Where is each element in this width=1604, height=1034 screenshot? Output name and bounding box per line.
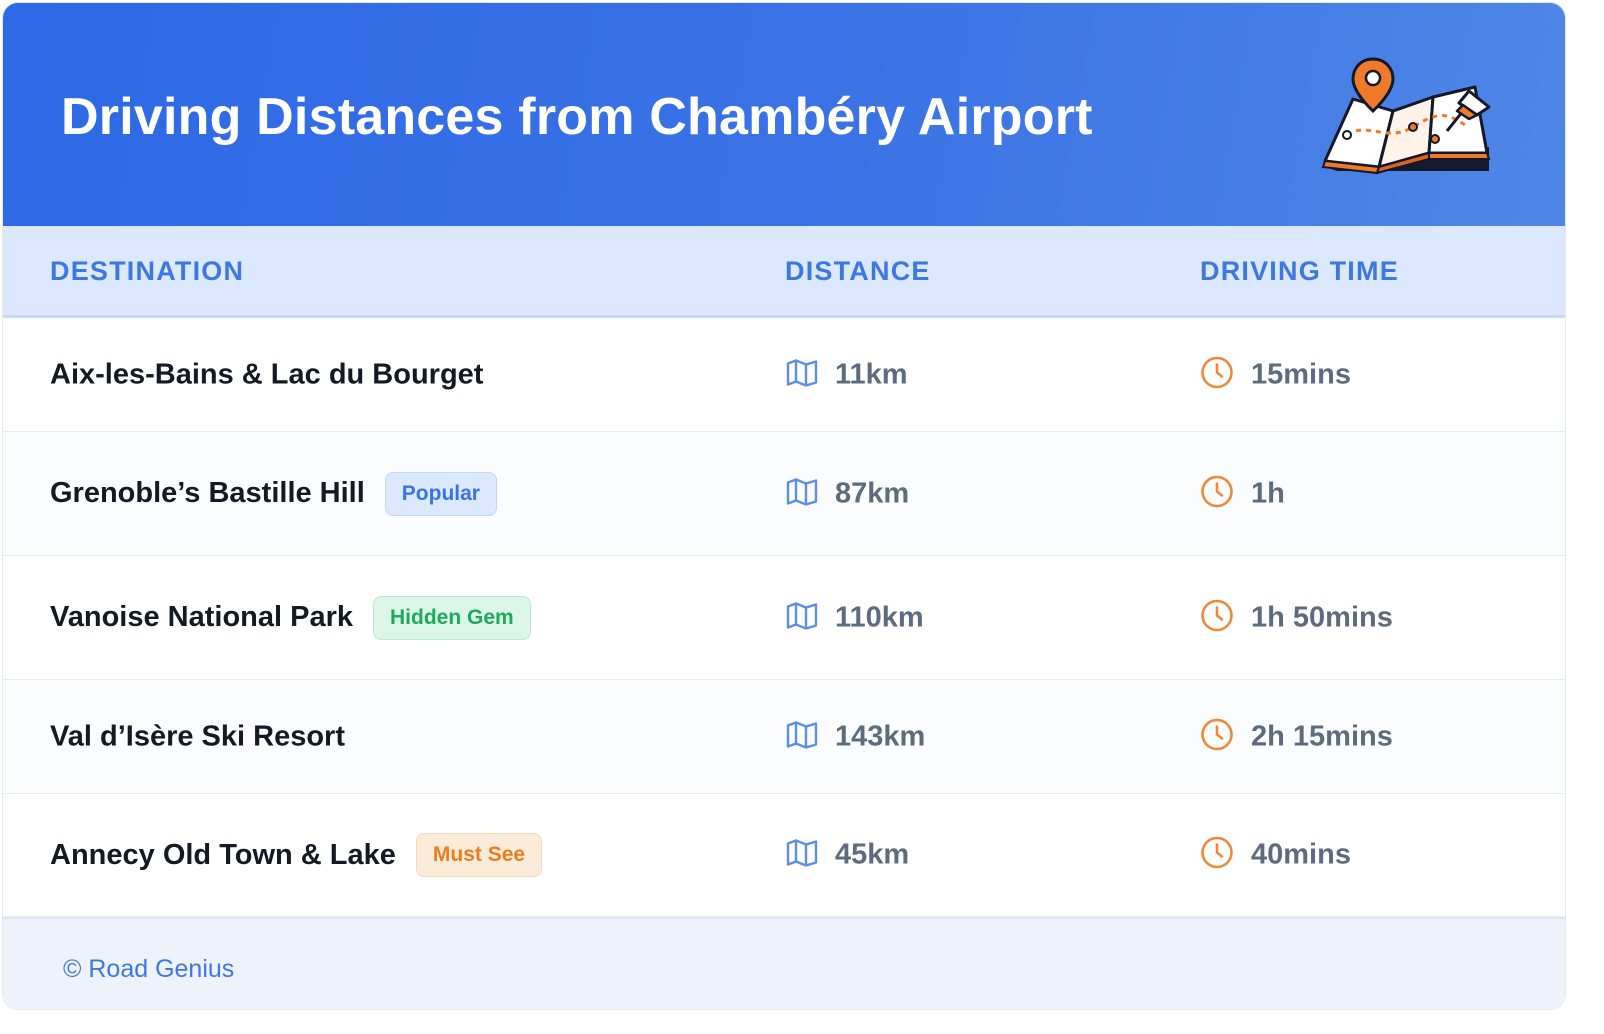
driving-time-value: 15mins bbox=[1251, 358, 1351, 390]
map-with-pins-icon bbox=[1321, 57, 1491, 175]
table-row: Val d’Isère Ski Resort 143km 2h 15mins bbox=[3, 680, 1565, 794]
distance-value: 87km bbox=[835, 477, 910, 509]
destination-badge: Hidden Gem bbox=[373, 595, 531, 640]
destination-cell: Aix-les-Bains & Lac du Bourget bbox=[50, 358, 483, 391]
table-header: DESTINATION DISTANCE DRIVING TIME bbox=[3, 226, 1565, 318]
clock-icon bbox=[1200, 717, 1234, 756]
driving-time-cell: 15mins bbox=[1200, 355, 1351, 394]
card-header: Driving Distances from Chambéry Airport bbox=[3, 3, 1565, 226]
driving-time-cell: 2h 15mins bbox=[1200, 717, 1393, 756]
distance-value: 45km bbox=[835, 838, 910, 871]
destination-cell: Annecy Old Town & Lake Must See bbox=[50, 833, 543, 877]
clock-icon bbox=[1200, 598, 1234, 637]
table-row: Grenoble’s Bastille Hill Popular 87km 1h bbox=[3, 432, 1565, 556]
destination-name: Aix-les-Bains & Lac du Bourget bbox=[50, 358, 484, 390]
column-header-destination: DESTINATION bbox=[50, 256, 245, 286]
distance-cell: 87km bbox=[786, 477, 909, 510]
driving-time-cell: 1h 50mins bbox=[1200, 598, 1393, 637]
destination-cell: Grenoble’s Bastille Hill Popular bbox=[50, 471, 497, 516]
distance-cell: 110km bbox=[786, 601, 924, 634]
column-header-distance: DISTANCE bbox=[785, 256, 931, 286]
destination-badge: Must See bbox=[415, 833, 543, 877]
distance-cell: 143km bbox=[786, 720, 925, 753]
page-title: Driving Distances from Chambéry Airport bbox=[61, 88, 1093, 146]
footer-credit: © Road Genius bbox=[63, 955, 235, 983]
driving-time-cell: 1h bbox=[1200, 474, 1285, 513]
map-icon bbox=[786, 477, 818, 510]
distance-value: 143km bbox=[835, 720, 926, 752]
driving-time-value: 1h 50mins bbox=[1251, 601, 1393, 633]
clock-icon bbox=[1200, 836, 1234, 875]
destination-badge: Popular bbox=[384, 471, 497, 516]
destination-cell: Val d’Isère Ski Resort bbox=[50, 720, 345, 753]
table-row: Vanoise National Park Hidden Gem 110km 1… bbox=[3, 556, 1565, 680]
driving-time-value: 2h 15mins bbox=[1251, 720, 1393, 752]
map-icon bbox=[786, 358, 818, 391]
distance-value: 11km bbox=[835, 358, 908, 390]
clock-icon bbox=[1200, 474, 1234, 513]
destination-name: Val d’Isère Ski Resort bbox=[50, 720, 345, 752]
column-header-driving-time: DRIVING TIME bbox=[1200, 256, 1399, 286]
driving-time-value: 40mins bbox=[1251, 838, 1351, 871]
destination-cell: Vanoise National Park Hidden Gem bbox=[50, 595, 531, 640]
table-row: Aix-les-Bains & Lac du Bourget 11km 15mi… bbox=[3, 318, 1565, 432]
clock-icon bbox=[1200, 355, 1234, 394]
driving-time-cell: 40mins bbox=[1200, 836, 1351, 875]
table-row: Annecy Old Town & Lake Must See 45km 40m… bbox=[3, 794, 1565, 917]
destination-name: Annecy Old Town & Lake bbox=[50, 838, 396, 871]
driving-time-value: 1h bbox=[1251, 477, 1285, 509]
distance-value: 110km bbox=[835, 601, 924, 633]
map-icon bbox=[786, 601, 818, 634]
destination-name: Grenoble’s Bastille Hill bbox=[50, 477, 365, 509]
distance-cell: 45km bbox=[786, 839, 909, 872]
distance-card: Driving Distances from Chambéry Airport bbox=[2, 2, 1566, 1010]
map-icon bbox=[786, 720, 818, 753]
distance-cell: 11km bbox=[786, 358, 908, 391]
card-footer: © Road Genius bbox=[3, 917, 1565, 1009]
destination-name: Vanoise National Park bbox=[50, 601, 354, 633]
map-icon bbox=[786, 839, 818, 872]
